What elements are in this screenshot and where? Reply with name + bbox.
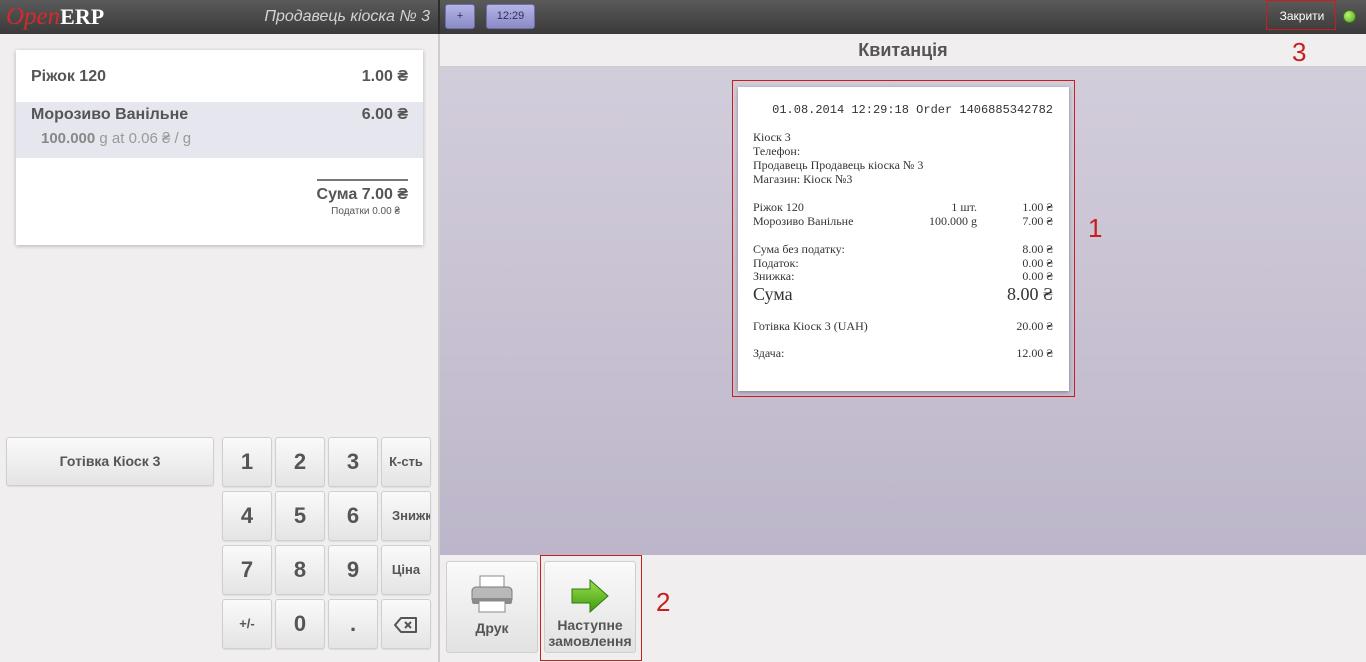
receipt-phone: Телефон: <box>753 144 801 158</box>
receipt-cashier: Продавець Продавець кіоска № 3 <box>753 158 924 172</box>
connection-status-icon <box>1343 10 1356 23</box>
receipt-discount-value: 0.00 ₴ <box>1022 269 1053 283</box>
orderline-price: 6.00 ₴ <box>361 106 408 123</box>
printer-icon <box>471 575 513 613</box>
receipt: 01.08.2014 12:29:18 Order 1406885342782 … <box>738 87 1069 391</box>
receipt-shop-line: Магазин: Кіоск №3 <box>753 172 1053 186</box>
receipt-change: Здача: 12.00 ₴ <box>753 346 1053 360</box>
order-tab[interactable]: 12:29 <box>486 4 535 29</box>
receipt-discount-label: Знижка: <box>753 269 795 283</box>
receipt-screen: 01.08.2014 12:29:18 Order 1406885342782 … <box>440 67 1366 555</box>
receipt-item-price: 7.00 ₴ <box>1022 214 1053 228</box>
receipt-tax: Податок: 0.00 ₴ <box>753 256 1053 270</box>
receipt-subtotal-value: 8.00 ₴ <box>1022 242 1053 256</box>
receipt-item: Ріжок 120 1 шт. 1.00 ₴ <box>753 200 1053 214</box>
receipt-discount: Знижка: 0.00 ₴ <box>753 269 1053 283</box>
add-order-button[interactable]: + <box>445 4 475 29</box>
receipt-subtotal: Сума без податку: 8.00 ₴ <box>753 242 1053 256</box>
order-summary: Ріжок 120 1.00 ₴ Морозиво Ванільне 6.00 … <box>16 50 423 245</box>
numpad-0[interactable]: 0 <box>275 599 325 649</box>
arrow-right-icon <box>571 578 609 614</box>
numpad-8[interactable]: 8 <box>275 545 325 595</box>
annotation-box-3: Закрити <box>1266 0 1336 30</box>
orderline[interactable]: Ріжок 120 1.00 ₴ <box>16 50 423 102</box>
print-label: Друк <box>475 620 509 636</box>
print-button[interactable]: Друк <box>446 561 538 653</box>
next-order-label-1: Наступне <box>557 617 623 633</box>
next-order-label-2: замовлення <box>548 633 632 649</box>
numpad-sign-toggle[interactable]: +/- <box>222 599 272 649</box>
receipt-total: Сума 8.00 ₴ <box>753 284 1053 304</box>
top-bar: OpenERP Продавець кіоска № 3 + 12:29 Зак… <box>0 0 1366 34</box>
orderline-selected[interactable]: Морозиво Ванільне 6.00 ₴ 100.000 g at 0.… <box>16 102 423 158</box>
logo-open-text: Open <box>6 3 61 30</box>
numpad-4[interactable]: 4 <box>222 491 272 541</box>
numpad-dot[interactable]: . <box>328 599 378 649</box>
receipt-item-qty: 1 шт. <box>951 200 977 214</box>
receipt-payment: Готівка Кіоск 3 (UAH) 20.00 ₴ <box>753 319 1053 333</box>
openerp-logo: OpenERP <box>6 2 104 32</box>
backspace-icon <box>394 617 417 633</box>
receipt-item: Морозиво Ванільне 100.000 g 7.00 ₴ <box>753 214 1053 228</box>
receipt-shop-line: Продавець Продавець кіоска № 3 <box>753 158 1053 172</box>
receipt-shop-line: Телефон: <box>753 144 1053 158</box>
receipt-tax-label: Податок: <box>753 256 799 270</box>
numpad-3[interactable]: 3 <box>328 437 378 487</box>
receipt-change-label: Здача: <box>753 346 785 360</box>
logo-erp-text: ERP <box>60 4 105 29</box>
annotation-1: 1 <box>1088 213 1103 243</box>
receipt-shop-name: Кіоск 3 <box>753 130 791 144</box>
receipt-payment-label: Готівка Кіоск 3 (UAH) <box>753 319 868 333</box>
order-tax: Податки 0.00 ₴ <box>331 206 400 217</box>
receipt-shop-line: Кіоск 3 <box>753 130 1053 144</box>
order-pane: Ріжок 120 1.00 ₴ Морозиво Ванільне 6.00 … <box>0 34 438 662</box>
receipt-store: Магазин: Кіоск №3 <box>753 172 853 186</box>
receipt-total-label: Сума <box>753 284 793 304</box>
backspace-button[interactable] <box>381 599 431 649</box>
receipt-payment-value: 20.00 ₴ <box>1016 319 1053 333</box>
receipt-subtotal-label: Сума без податку: <box>753 242 845 256</box>
receipt-change-value: 12.00 ₴ <box>1016 346 1053 360</box>
orderline-info: 100.000 g at 0.06 ₴ / g <box>41 130 191 147</box>
receipt-tax-value: 0.00 ₴ <box>1022 256 1053 270</box>
receipt-item-qty: 100.000 g <box>929 214 977 228</box>
close-button[interactable]: Закрити <box>1273 6 1331 26</box>
next-order-button[interactable]: Наступне замовлення <box>544 561 636 653</box>
screen-title: Квитанція <box>440 34 1366 67</box>
receipt-total-value: 8.00 ₴ <box>1006 284 1053 304</box>
mode-discount-button[interactable]: Знижка <box>381 491 431 541</box>
action-bar: Друк Наступне замовлення 2 <box>440 555 1366 662</box>
orderline-product: Ріжок 120 <box>31 68 106 85</box>
numpad-1[interactable]: 1 <box>222 437 272 487</box>
receipt-header: 01.08.2014 12:29:18 Order 1406885342782 <box>772 103 1053 117</box>
topbar-divider <box>438 0 440 34</box>
orderline-qty: 100.000 <box>41 130 96 147</box>
mode-price-button[interactable]: Ціна <box>381 545 431 595</box>
numpad-2[interactable]: 2 <box>275 437 325 487</box>
receipt-item-price: 1.00 ₴ <box>1022 200 1053 214</box>
annotation-3: 3 <box>1292 37 1307 67</box>
orderline-price: 1.00 ₴ <box>361 68 408 85</box>
total-divider <box>317 179 408 181</box>
receipt-item-name: Ріжок 120 <box>753 200 804 214</box>
receipt-item-name: Морозиво Ванільне <box>753 214 854 228</box>
numpad-9[interactable]: 9 <box>328 545 378 595</box>
orderline-product: Морозиво Ванільне <box>31 106 189 123</box>
paymethod-cash-button[interactable]: Готівка Кіоск 3 <box>6 437 214 486</box>
mode-quantity-button[interactable]: К-сть <box>381 437 431 487</box>
order-total: Сума 7.00 ₴ <box>316 186 408 203</box>
numpad-6[interactable]: 6 <box>328 491 378 541</box>
cashier-name: Продавець кіоска № 3 <box>264 8 430 25</box>
numpad-5[interactable]: 5 <box>275 491 325 541</box>
annotation-2: 2 <box>656 587 671 617</box>
orderline-unit-info: g at 0.06 ₴ / g <box>99 130 192 147</box>
numpad-7[interactable]: 7 <box>222 545 272 595</box>
